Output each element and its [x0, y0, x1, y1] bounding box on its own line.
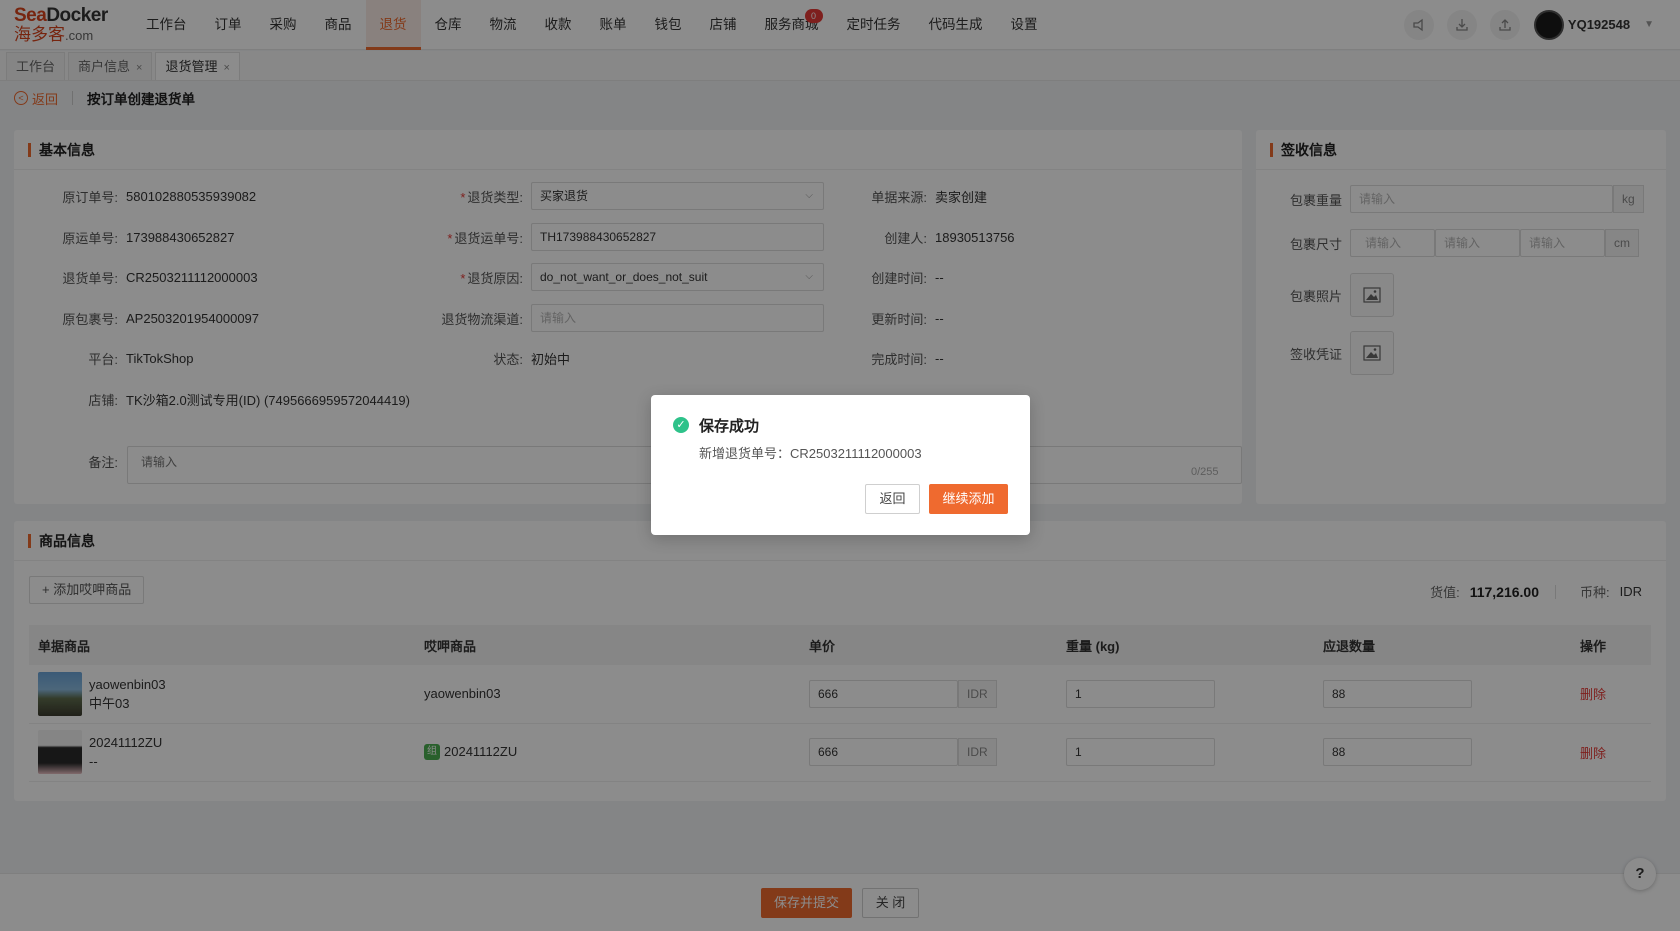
dialog-back-button[interactable]: 返回	[865, 484, 920, 514]
success-dialog: ✓ 保存成功 新增退货单号：CR2503211112000003 返回 继续添加	[651, 395, 1030, 535]
dialog-message: 新增退货单号：CR2503211112000003	[699, 446, 922, 461]
continue-add-button[interactable]: 继续添加	[929, 484, 1008, 514]
check-circle-icon: ✓	[673, 417, 689, 433]
dialog-title: 保存成功	[699, 418, 760, 435]
